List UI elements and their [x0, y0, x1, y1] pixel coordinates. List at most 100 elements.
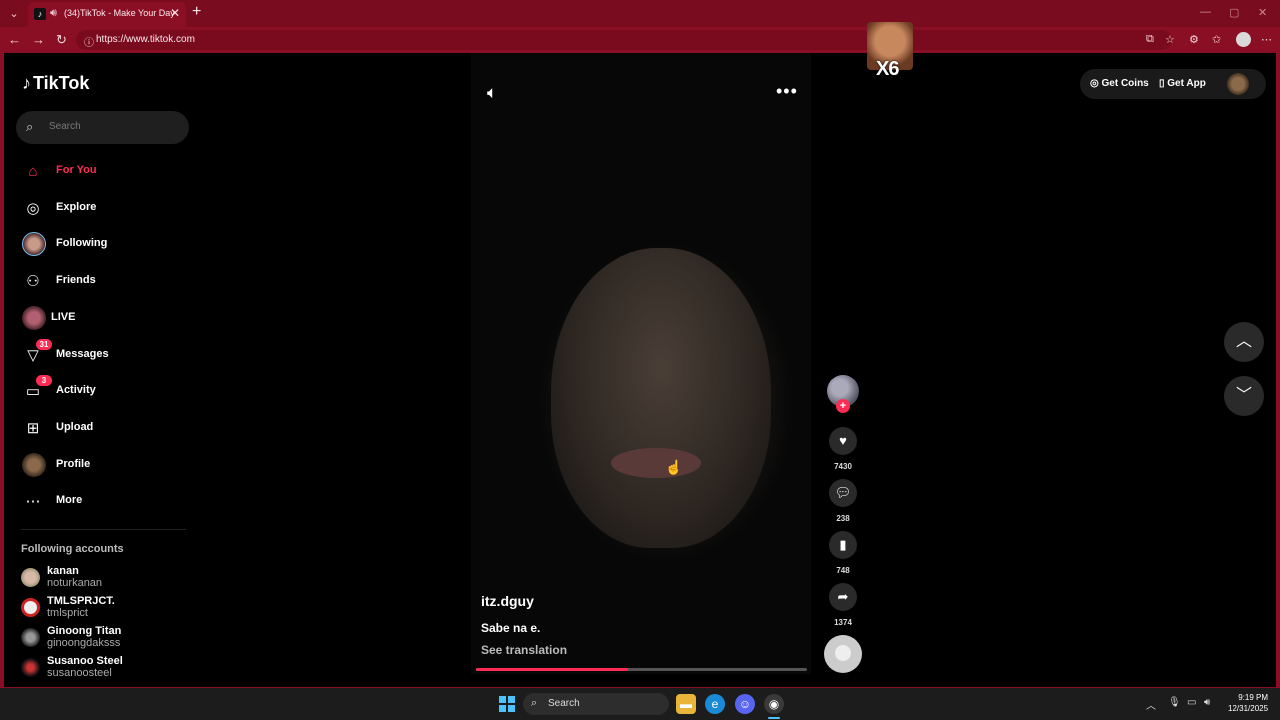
- chevron-up-icon: ︿: [1235, 333, 1252, 350]
- video-frame: [551, 248, 771, 548]
- nav-messages[interactable]: ▽ 31 Messages: [22, 339, 192, 369]
- account-name: Ginoong Titan: [47, 625, 122, 637]
- search-input[interactable]: ⌕ Search: [16, 111, 189, 144]
- nav-explore[interactable]: ◎ Explore: [22, 194, 192, 222]
- video-progress-bar[interactable]: [476, 668, 807, 671]
- account-handle: ginoongdaksss: [47, 637, 121, 649]
- video-more-icon[interactable]: •••: [776, 81, 798, 102]
- avatar: [22, 453, 46, 477]
- tiktok-logo[interactable]: ♪ TikTok: [22, 73, 89, 94]
- bookmark-icon: ▮: [839, 537, 847, 552]
- split-screen-icon[interactable]: ⧉: [1146, 33, 1154, 46]
- following-account[interactable]: kanan noturkanan: [21, 565, 191, 591]
- like-button[interactable]: ♥: [829, 427, 857, 455]
- tiktok-favicon-icon: ♪: [34, 8, 46, 20]
- volume-icon[interactable]: 🔈︎: [487, 83, 497, 103]
- nav-label: LIVE: [51, 311, 76, 323]
- video-author[interactable]: itz.dguy: [481, 593, 534, 609]
- divider: [21, 529, 186, 530]
- microphone-icon[interactable]: 🎙︎: [1168, 697, 1181, 708]
- nav-following[interactable]: Following: [22, 230, 192, 258]
- top-right-actions: ◎ Get Coins ▯ Get App: [1080, 69, 1266, 99]
- browser-tab[interactable]: ♪ 🔊︎ (34)TikTok - Make Your Day ✕: [28, 2, 186, 27]
- follow-plus-icon[interactable]: +: [836, 399, 850, 413]
- comment-button[interactable]: 💬︎: [829, 479, 857, 507]
- file-explorer-icon[interactable]: ▬: [676, 694, 696, 714]
- tab-list-icon[interactable]: ⌄: [4, 4, 24, 24]
- nav-label: For You: [56, 164, 97, 176]
- following-account[interactable]: Ginoong Titan ginoongdaksss: [21, 625, 191, 651]
- account-handle: noturkanan: [47, 577, 103, 589]
- speaker-icon[interactable]: 🔊︎: [50, 7, 57, 20]
- browser-profile-avatar[interactable]: [1236, 32, 1251, 47]
- tray-overflow-icon[interactable]: ︿: [1146, 697, 1156, 712]
- minimize-icon[interactable]: —: [1200, 6, 1211, 18]
- video-player[interactable]: [471, 53, 811, 674]
- favorite-star-icon[interactable]: ☆: [1165, 33, 1175, 46]
- avatar: [21, 568, 40, 587]
- avatar: [22, 232, 46, 256]
- browser-app-icon[interactable]: ◉: [764, 694, 784, 714]
- address-bar: ← → ↻ ⓘ https://www.tiktok.com ⧉ ☆ ⚙ ✩ ⋯: [0, 27, 1280, 53]
- coin-icon: ◎: [1090, 78, 1102, 89]
- user-avatar[interactable]: [1227, 73, 1249, 95]
- share-button[interactable]: ➦: [829, 583, 857, 611]
- browser-menu-icon[interactable]: ⋯: [1261, 33, 1272, 46]
- nav-activity[interactable]: ▭ 3 Activity: [22, 375, 192, 405]
- nav-label: Upload: [56, 421, 94, 433]
- nav-label: Following: [56, 237, 108, 249]
- nav-more[interactable]: ⋯ More: [22, 487, 192, 515]
- clock-time: 9:19 PM: [1238, 693, 1268, 702]
- account-name: Susanoo Steel: [47, 655, 123, 667]
- discord-icon[interactable]: ☺: [735, 694, 755, 714]
- see-translation-link[interactable]: See translation: [481, 643, 567, 657]
- like-count: 7430: [834, 462, 852, 471]
- get-coins-link[interactable]: ◎ Get Coins: [1090, 78, 1149, 89]
- previous-video-button[interactable]: ︿: [1224, 322, 1264, 362]
- browser-window: ⌄ ♪ 🔊︎ (34)TikTok - Make Your Day ✕ + — …: [0, 0, 1280, 720]
- maximize-icon[interactable]: ▢: [1229, 6, 1239, 19]
- more-dots-icon: ⋯: [25, 493, 41, 510]
- back-icon[interactable]: ←: [8, 32, 21, 47]
- taskbar-search[interactable]: ⌕ Search: [523, 693, 669, 715]
- account-name: TMLSPRJCT.: [47, 595, 115, 607]
- network-icon[interactable]: ▭: [1187, 697, 1196, 708]
- compass-icon: ◎: [26, 200, 40, 217]
- avatar: [21, 628, 40, 647]
- nav-upload[interactable]: ⊞ Upload: [22, 414, 192, 442]
- tiktok-note-icon: ♪: [22, 73, 31, 93]
- nav-friends[interactable]: ⚇ Friends: [22, 267, 192, 295]
- windows-start-icon[interactable]: [499, 696, 515, 712]
- comment-icon: 💬︎: [834, 485, 852, 500]
- new-tab-icon[interactable]: +: [192, 3, 201, 21]
- avatar: [21, 598, 40, 617]
- url-text[interactable]: https://www.tiktok.com: [96, 34, 195, 45]
- volume-tray-icon[interactable]: 🔊︎: [1204, 697, 1210, 708]
- forward-icon[interactable]: →: [32, 32, 45, 47]
- close-window-icon[interactable]: ✕: [1258, 6, 1267, 19]
- url-field[interactable]: ⓘ https://www.tiktok.com: [76, 30, 1172, 50]
- close-tab-icon[interactable]: ✕: [170, 6, 180, 20]
- nav-label: Activity: [56, 384, 96, 396]
- get-app-link[interactable]: ▯ Get App: [1159, 78, 1206, 89]
- following-account[interactable]: TMLSPRJCT. tmlsprict: [21, 595, 191, 621]
- extensions-icon[interactable]: ⚙: [1189, 33, 1199, 46]
- comment-count: 238: [836, 514, 850, 523]
- edge-icon[interactable]: e: [705, 694, 725, 714]
- following-account[interactable]: Susanoo Steel susanoosteel: [21, 655, 191, 681]
- nav-live[interactable]: LIVE: [22, 304, 192, 332]
- active-app-indicator: [768, 717, 780, 719]
- nav-for-you[interactable]: ⌂ For You: [22, 157, 192, 185]
- get-app-label: Get App: [1167, 78, 1206, 89]
- next-video-button[interactable]: ﹀: [1224, 376, 1264, 416]
- clock[interactable]: 9:19 PM 12/31/2025: [1228, 692, 1268, 714]
- lock-icon[interactable]: ⓘ: [84, 34, 94, 49]
- avatar: [21, 658, 40, 677]
- favorites-icon[interactable]: ✩: [1212, 33, 1221, 46]
- clock-date: 12/31/2025: [1228, 704, 1269, 713]
- nav-profile[interactable]: Profile: [22, 451, 192, 479]
- save-button[interactable]: ▮: [829, 531, 857, 559]
- video-caption: Sabe na e.: [481, 621, 541, 635]
- refresh-icon[interactable]: ↻: [56, 32, 67, 48]
- search-icon: ⌕: [26, 119, 34, 134]
